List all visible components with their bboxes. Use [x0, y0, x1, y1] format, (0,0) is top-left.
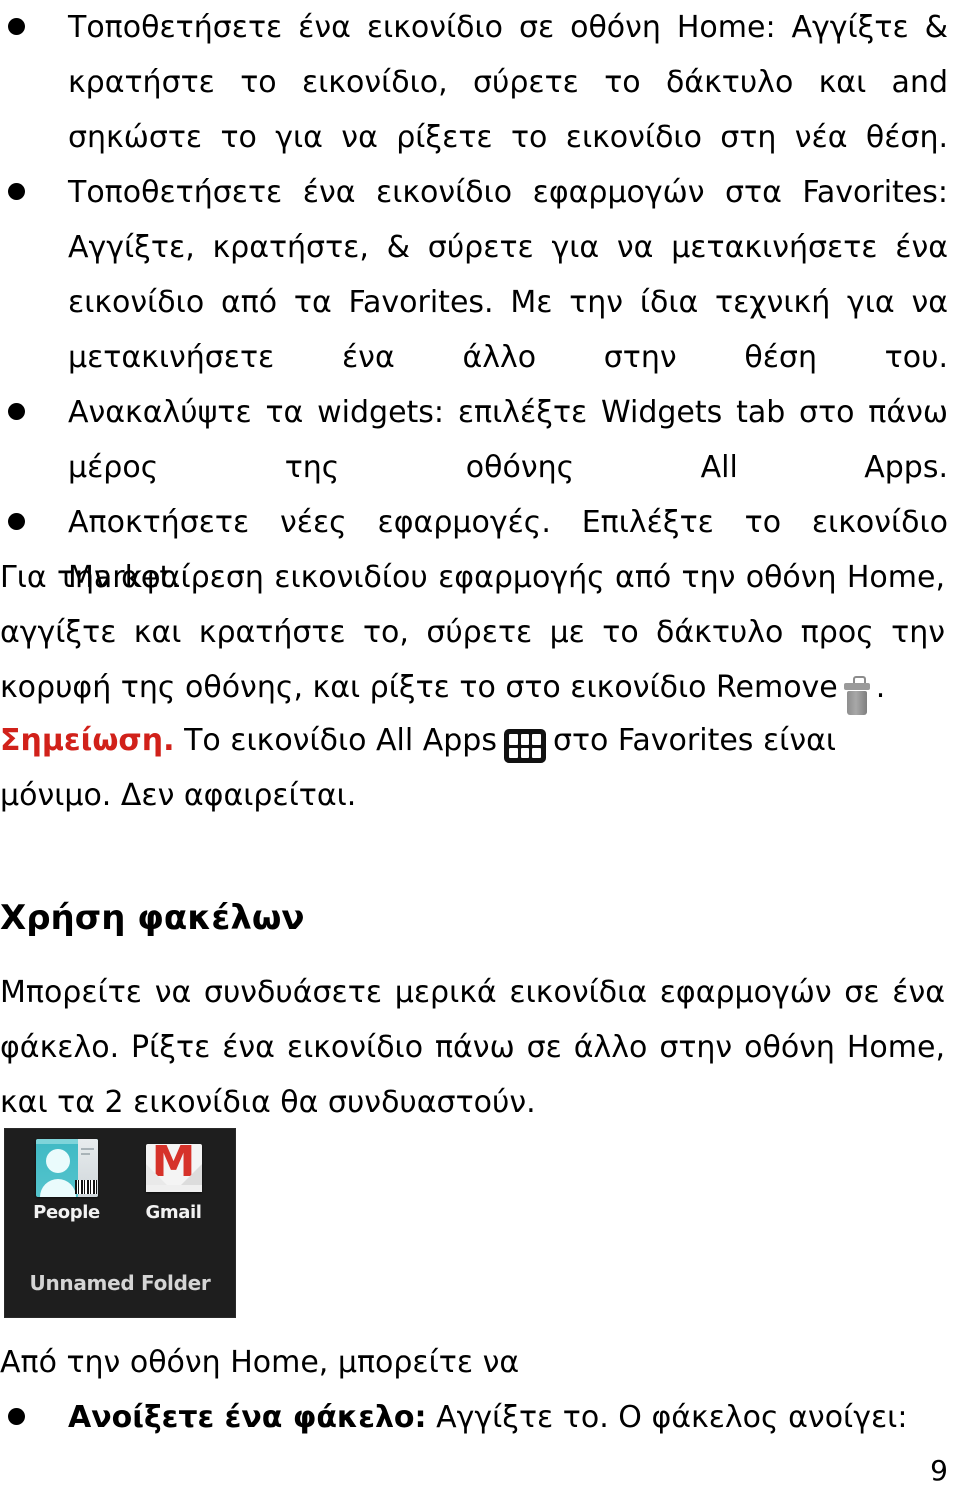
note-text-before: Το εικονίδιο All Apps [184, 723, 497, 758]
page-number: 9 [930, 1454, 948, 1487]
list-item-label: Ανοίξετε ένα φάκελο: Αγγίξτε το. Ο φάκελ… [68, 1390, 948, 1500]
remove-paragraph-text-before: Για την αφαίρεση εικονιδίου εφαρμογής απ… [0, 560, 945, 705]
bullet-dot [8, 1408, 25, 1425]
bullet-dot [8, 183, 25, 200]
people-contact-card-icon [35, 1139, 98, 1197]
bullet-dot [8, 403, 25, 420]
bullet-dot [8, 18, 25, 35]
open-folder-rest-label: Αγγίξτε το. Ο φάκελος ανοίγει: [426, 1400, 908, 1435]
folders-paragraph: Μπορείτε να συνδυάσετε μερικά εικονίδια … [0, 975, 945, 1120]
folder-name-label: Unnamed Folder [29, 1271, 211, 1295]
remove-paragraph-text-after: . [875, 670, 886, 705]
bullet-dot [8, 513, 25, 530]
open-folder-bold-label: Ανοίξετε ένα φάκελο: [68, 1400, 427, 1435]
document-page: Τοποθετήσετε ένα εικονίδιο σε οθόνη Home… [0, 0, 960, 1502]
section-heading: Χρήση φακέλων [0, 898, 305, 938]
note-label: Σημείωση. [0, 723, 175, 758]
folder-screenshot: People M Gmail Unnamed Folder [4, 1128, 236, 1318]
note-paragraph: Σημείωση. Το εικονίδιο All Apps στο Favor… [0, 713, 945, 823]
closing-intro: Από την οθόνη Home, μπορείτε να [0, 1345, 520, 1380]
all-apps-grid-icon [503, 729, 546, 763]
app-label-gmail: Gmail [145, 1202, 202, 1223]
list-item: Ανοίξετε ένα φάκελο: Αγγίξτε το. Ο φάκελ… [0, 1390, 948, 1500]
folder-app-row: People M Gmail [5, 1139, 235, 1223]
trash-icon [843, 675, 870, 716]
app-label-people: People [33, 1202, 100, 1223]
remove-icon-paragraph: Για την αφαίρεση εικονιδίου εφαρμογής απ… [0, 550, 945, 715]
app-shortcut-gmail[interactable]: M Gmail [128, 1139, 220, 1223]
app-shortcut-people[interactable]: People [21, 1139, 113, 1223]
gmail-envelope-icon: M [143, 1139, 205, 1197]
